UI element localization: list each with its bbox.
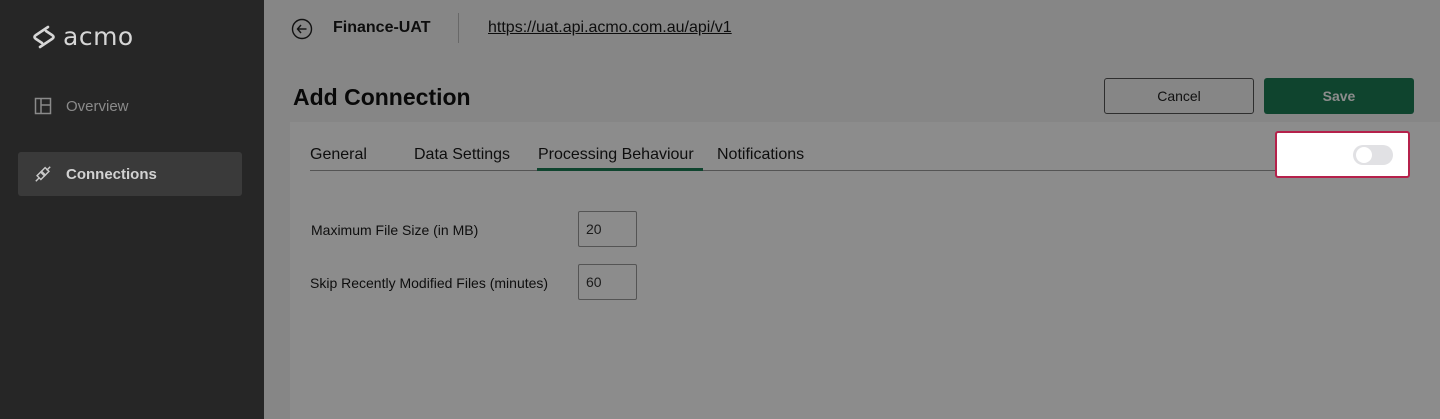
page-title: Add Connection [293, 84, 471, 110]
app-logo[interactable]: acmo [30, 22, 134, 51]
layout-icon [34, 97, 52, 115]
environment-name: Finance-UAT [333, 19, 431, 36]
skip-recent-files-input[interactable] [578, 264, 637, 300]
skip-recent-files-label: Skip Recently Modified Files (minutes) [310, 275, 549, 291]
max-file-size-input[interactable] [578, 211, 637, 247]
acmo-logo-icon [33, 25, 55, 48]
sidebar-item-label: Connections [66, 165, 157, 183]
sidebar-item-label: Overview [66, 97, 129, 115]
sidebar-item-connections[interactable]: Connections [18, 152, 242, 196]
header-divider [458, 13, 459, 43]
environment-url-link[interactable]: https://uat.api.acmo.com.au/api/v1 [488, 19, 732, 37]
back-arrow-icon[interactable] [291, 18, 313, 40]
logo-text: acmo [63, 22, 134, 51]
tab-bar: General Data Settings Processing Behavio… [310, 140, 1300, 171]
sidebar: acmo Overview Connections [0, 0, 264, 419]
connection-form-panel: General Data Settings Processing Behavio… [290, 122, 1440, 419]
max-file-size-label: Maximum File Size (in MB) [311, 222, 479, 238]
sidebar-item-overview[interactable]: Overview [18, 84, 242, 128]
active-tab-indicator [537, 168, 703, 171]
toggle-switch[interactable] [1353, 145, 1393, 165]
main-content: Finance-UAT https://uat.api.acmo.com.au/… [264, 0, 1440, 419]
toggle-knob [1356, 147, 1372, 163]
tab-notifications[interactable]: Notifications [717, 146, 804, 164]
topbar: Finance-UAT https://uat.api.acmo.com.au/… [264, 0, 1440, 58]
plug-icon [34, 165, 52, 183]
highlighted-toggle-frame [1275, 131, 1410, 178]
tab-processing-behaviour[interactable]: Processing Behaviour [538, 146, 694, 164]
cancel-button[interactable]: Cancel [1104, 78, 1254, 114]
tab-general[interactable]: General [310, 146, 367, 164]
save-button[interactable]: Save [1264, 78, 1414, 114]
tab-data-settings[interactable]: Data Settings [414, 146, 510, 164]
